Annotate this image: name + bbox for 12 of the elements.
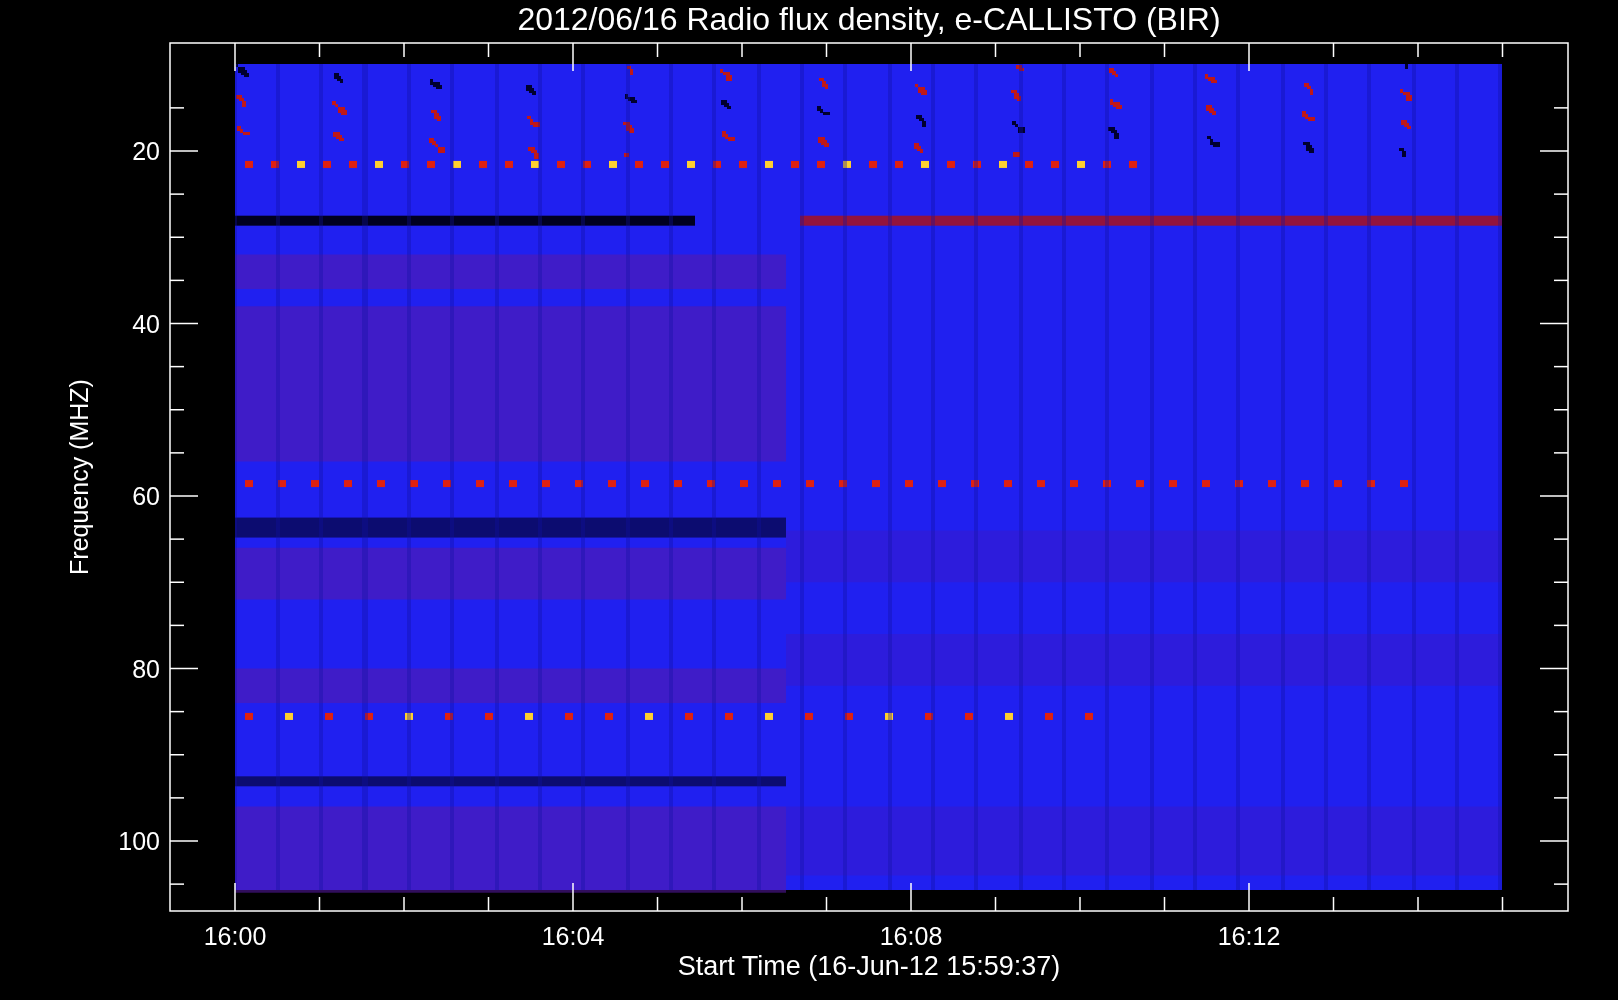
- chart-title: 2012/06/16 Radio flux density, e-CALLISTO (BIR): [517, 1, 1221, 37]
- x-tick-label: 16:00: [203, 922, 267, 950]
- y-tick-label: 40: [132, 309, 160, 338]
- y-axis-label: Frequency (MHZ): [65, 379, 93, 575]
- x-tick-label: 16:08: [879, 922, 943, 950]
- y-tick-label: 20: [132, 137, 160, 165]
- x-axis-label: Start Time (16-Jun-12 15:59:37): [677, 951, 1061, 981]
- y-tick-label: 80: [132, 654, 160, 683]
- x-tick-label: 16:04: [541, 922, 605, 950]
- y-tick-label: 100: [118, 827, 160, 855]
- x-tick-label: 16:12: [1217, 922, 1281, 950]
- y-tick-label: 60: [132, 482, 160, 510]
